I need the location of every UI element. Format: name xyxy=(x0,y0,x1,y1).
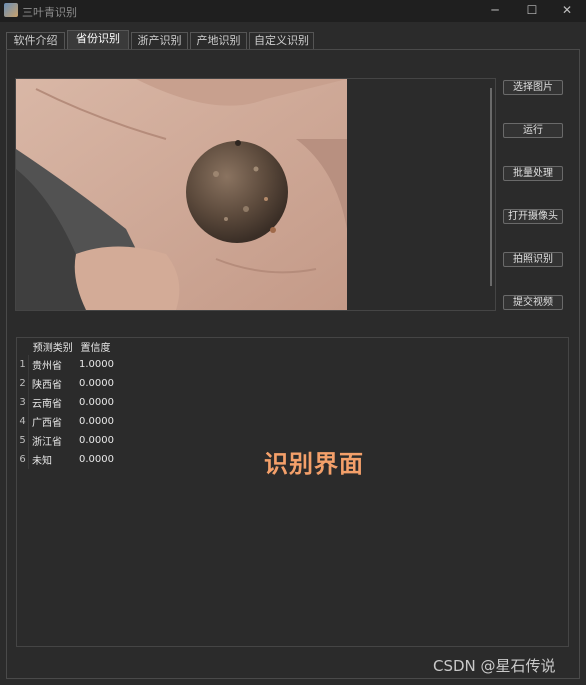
tab-software-intro[interactable]: 软件介绍 xyxy=(6,32,65,49)
capture-recognize-button[interactable]: 拍照识别 xyxy=(503,252,563,267)
table-row[interactable]: 2 陕西省 0.0000 xyxy=(17,374,114,393)
title-bar: 三叶青识别 ─ ☐ ✕ xyxy=(0,0,586,22)
window-title: 三叶青识别 xyxy=(22,6,77,19)
tab-province-recognition[interactable]: 省份识别 xyxy=(67,30,129,49)
maximize-button[interactable]: ☐ xyxy=(513,0,551,22)
row-number: 4 xyxy=(17,412,29,431)
run-button[interactable]: 运行 xyxy=(503,123,563,138)
close-button[interactable]: ✕ xyxy=(548,0,586,22)
row-number: 3 xyxy=(17,393,29,412)
watermark: CSDN @星石传说 xyxy=(433,657,556,675)
tab-origin-recognition[interactable]: 产地识别 xyxy=(190,32,247,49)
tab-zhejiang-recognition[interactable]: 浙产识别 xyxy=(131,32,188,49)
column-header-confidence[interactable]: 置信度 xyxy=(77,338,114,355)
open-camera-button[interactable]: 打开摄像头 xyxy=(503,209,563,224)
minimize-button[interactable]: ─ xyxy=(476,0,514,22)
predicted-class-cell: 贵州省 xyxy=(32,361,62,372)
tab-custom-recognition[interactable]: 自定义识别 xyxy=(249,32,314,49)
predicted-class-cell: 陕西省 xyxy=(32,380,62,391)
submit-video-button[interactable]: 提交视频 xyxy=(503,295,563,310)
confidence-cell: 1.0000 xyxy=(79,359,114,370)
input-image xyxy=(16,79,347,310)
confidence-cell: 0.0000 xyxy=(79,378,114,389)
batch-process-button[interactable]: 批量处理 xyxy=(503,166,563,181)
confidence-cell: 0.0000 xyxy=(79,416,114,427)
overlay-caption: 识别界面 xyxy=(264,450,364,478)
table-row[interactable]: 3 云南省 0.0000 xyxy=(17,393,114,412)
table-corner xyxy=(17,338,29,355)
confidence-cell: 0.0000 xyxy=(79,397,114,408)
app-icon xyxy=(4,3,18,17)
row-number: 1 xyxy=(17,355,29,374)
column-header-class[interactable]: 预测类别 xyxy=(29,338,78,355)
predicted-class-cell: 云南省 xyxy=(32,399,62,410)
table-row[interactable]: 1 贵州省 1.0000 xyxy=(17,355,114,374)
table-row[interactable]: 4 广西省 0.0000 xyxy=(17,412,114,431)
row-number: 2 xyxy=(17,374,29,393)
predicted-class-cell: 广西省 xyxy=(32,418,62,429)
image-scrollbar[interactable] xyxy=(490,88,492,286)
select-image-button[interactable]: 选择图片 xyxy=(503,80,563,95)
